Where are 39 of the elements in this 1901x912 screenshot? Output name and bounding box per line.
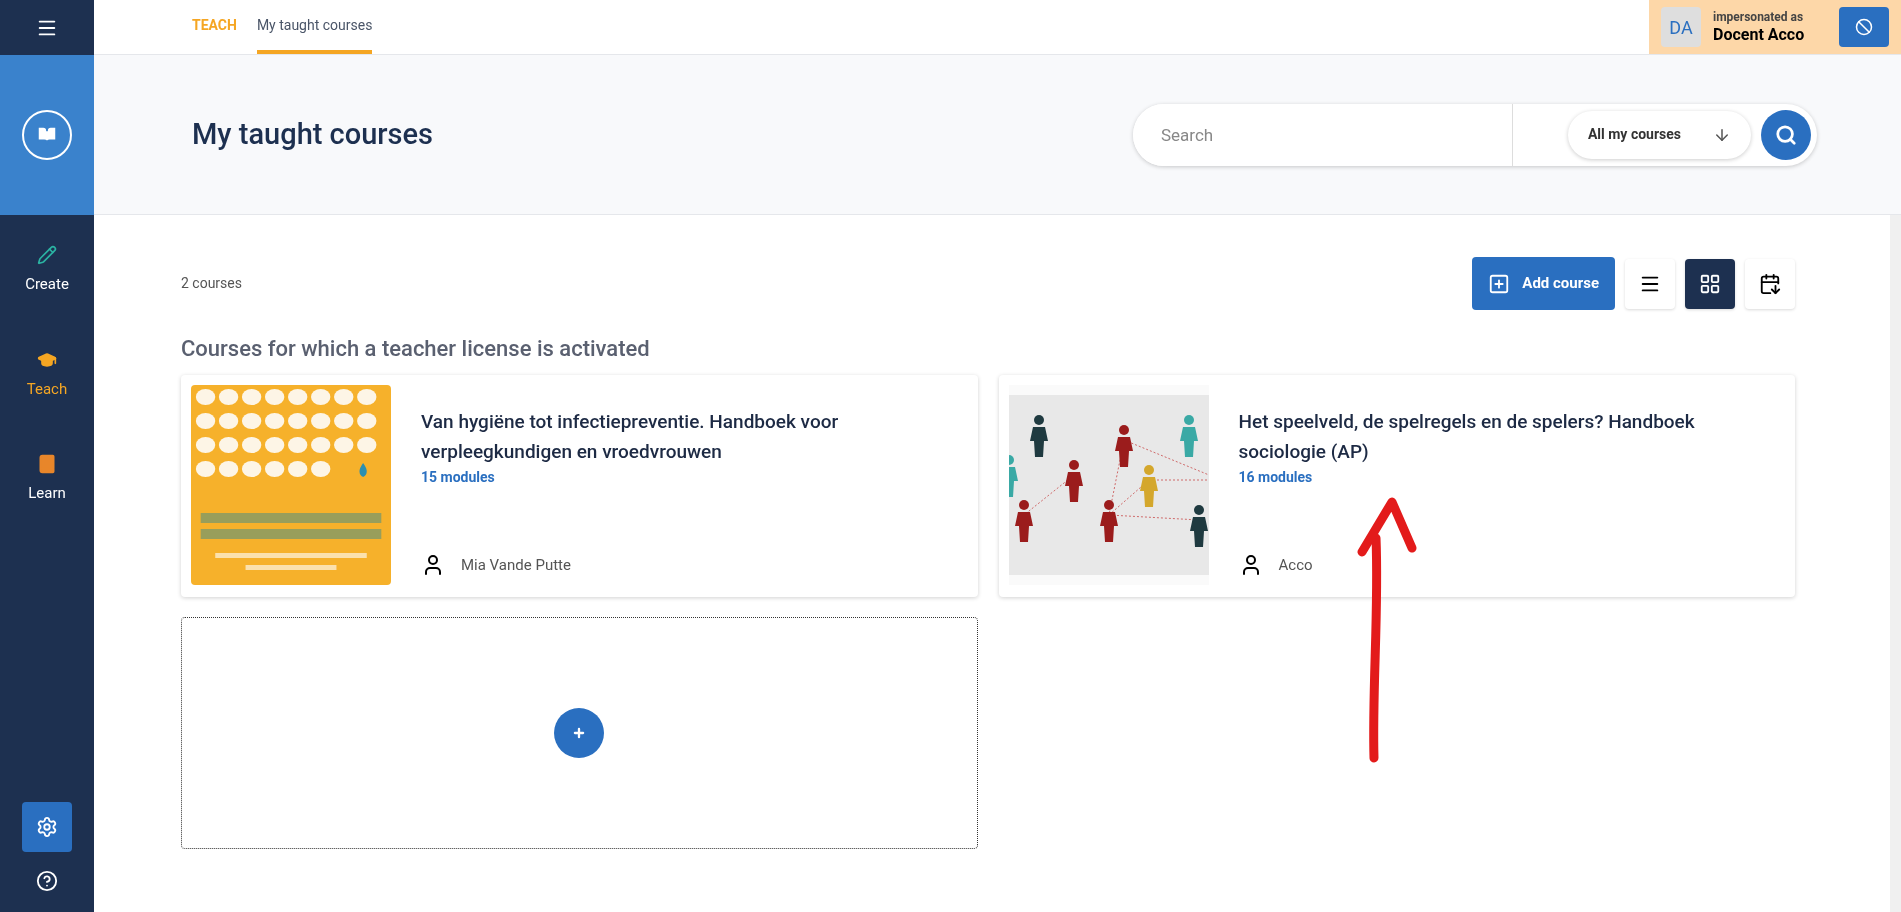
plus-square-icon xyxy=(1488,272,1511,295)
pencil-icon xyxy=(37,245,57,265)
add-course-button[interactable]: Add course xyxy=(1472,257,1615,310)
course-author: Acco xyxy=(1278,554,1313,576)
search-field[interactable]: Search xyxy=(1133,103,1513,166)
course-filter-dropdown[interactable]: All my courses xyxy=(1567,110,1751,159)
grid-view-button[interactable] xyxy=(1685,258,1735,309)
module-count: 15 modules xyxy=(421,468,496,487)
avatar: DA xyxy=(1661,7,1701,47)
impersonated-user: Docent Acco xyxy=(1713,24,1805,45)
help-icon[interactable] xyxy=(36,870,58,892)
nav-item[interactable]: Teach xyxy=(26,349,68,400)
nav-item[interactable]: Create xyxy=(25,245,69,296)
grid-icon xyxy=(1699,272,1721,295)
stop-impersonation-button[interactable] xyxy=(1839,7,1889,47)
list-view-button[interactable] xyxy=(1625,258,1675,309)
impersonation-caption: impersonated as xyxy=(1713,9,1805,25)
course-title: Van hygiëne tot infectiepreventie. Handboek voor verpleegkundigen en vroedvrouwen xyxy=(421,409,840,465)
add-button[interactable] xyxy=(554,708,605,758)
plus-icon xyxy=(572,726,587,740)
nav-item[interactable]: Learn xyxy=(28,454,66,505)
course-title: Het speelveld, de spelregels en de spelers? Handboek sociologie (AP) xyxy=(1238,409,1696,465)
course-author: Mia Vande Putte xyxy=(461,554,571,576)
prohibited-icon xyxy=(1855,18,1873,36)
settings-button[interactable] xyxy=(22,802,72,852)
search-icon xyxy=(1775,123,1797,146)
settings-icon xyxy=(36,816,58,838)
book-icon xyxy=(37,454,57,474)
calendar-sort-icon xyxy=(1759,272,1781,295)
sort-view-button[interactable] xyxy=(1745,258,1795,309)
course-card[interactable]: Het speelveld, de spelregels en de spelers? Handboek sociologie (AP) 16 modules Acco xyxy=(998,375,1795,597)
search-bar[interactable]: Search All my courses xyxy=(1133,103,1817,166)
module-count: 16 modules xyxy=(1238,468,1314,487)
course-card[interactable]: Van hygiëne tot infectiepreventie. Handboek voor verpleegkundigen en vroedvrouwen 15 modules Mia Vande Putte xyxy=(181,375,978,597)
section-heading: Courses for which a teacher license is activated xyxy=(181,335,651,363)
course-count: 2 courses xyxy=(181,274,242,293)
search-button[interactable] xyxy=(1761,109,1811,160)
book-logo-icon xyxy=(22,110,72,160)
page-title: My taught courses xyxy=(192,115,433,153)
